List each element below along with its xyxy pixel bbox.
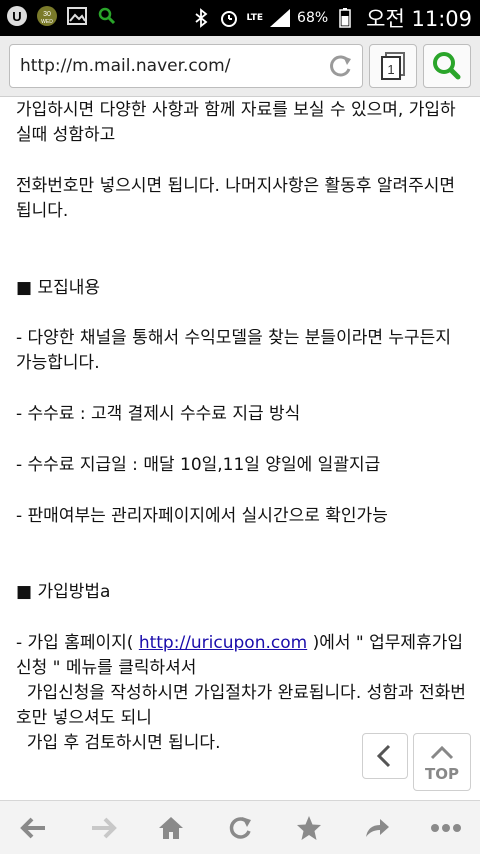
paragraph: - 다양한 채널을 통해서 수익모델을 찾는 분들이라면 누구든지 가능합니다. [16, 328, 451, 373]
svg-text:WED: WED [41, 19, 53, 25]
homepage-link[interactable]: http://uricupon.com [139, 633, 307, 653]
svg-text:U: U [12, 9, 21, 24]
paragraph: 가입신청을 작성하시면 가입절차가 완료됩니다. 성함과 전화번호만 넣으셔도 … [16, 683, 466, 728]
tab-count: 1 [387, 62, 394, 77]
chevron-left-icon [376, 744, 391, 768]
share-icon[interactable] [353, 804, 401, 852]
chevron-up-icon [430, 745, 454, 760]
browser-toolbar: http://m.mail.naver.com/ 1 [0, 36, 480, 97]
clock: 오전 11:09 [366, 7, 472, 31]
section-heading: ■ 가입방법a [16, 582, 111, 602]
reload-icon[interactable] [328, 53, 354, 79]
text: - 가입 홈페이지( [16, 633, 139, 653]
search-notification-icon [96, 5, 118, 27]
battery-icon [334, 7, 356, 29]
more-icon[interactable] [422, 804, 470, 852]
paragraph: - 수수료 : 고객 결제시 수수료 지급 방식 [16, 404, 301, 424]
url-input[interactable]: http://m.mail.naver.com/ [9, 44, 363, 88]
app-u-icon: U [6, 5, 28, 27]
status-bar: U 30 WED LTE 68% 오전 11:09 [0, 0, 480, 36]
forward-icon[interactable] [79, 804, 127, 852]
back-icon[interactable] [10, 804, 58, 852]
battery-percent: 68% [297, 10, 329, 26]
bookmark-icon[interactable] [285, 804, 333, 852]
tabs-button[interactable]: 1 [369, 44, 417, 88]
network-type: LTE [246, 12, 264, 23]
paragraph: 전화번호만 넣으시면 됩니다. 나머지사항은 활동후 알려주시면 됩니다. [16, 176, 456, 221]
home-icon[interactable] [147, 804, 195, 852]
url-text: http://m.mail.naver.com/ [20, 56, 231, 76]
svg-text:30: 30 [43, 11, 51, 18]
alarm-icon [218, 7, 240, 29]
calendar-badge-icon: 30 WED [36, 5, 58, 27]
search-icon [433, 52, 461, 80]
paragraph: 가입하시면 다양한 사항과 함께 자료를 보실 수 있으며, 가입하실때 성함하… [16, 100, 456, 145]
gallery-icon [66, 5, 88, 27]
refresh-icon[interactable] [216, 804, 264, 852]
page-back-button[interactable] [362, 733, 408, 779]
tabs-icon: 1 [381, 52, 405, 80]
browser-bottom-bar [0, 800, 480, 854]
paragraph: - 가입 홈페이지( http://uricupon.com )에서 " 업무제… [16, 631, 468, 681]
search-button[interactable] [423, 44, 471, 88]
section-heading: ■ 모집내용 [16, 278, 101, 298]
bluetooth-icon [190, 7, 212, 29]
top-label: TOP [425, 765, 459, 783]
signal-icon [269, 7, 291, 29]
page-content: 가입하시면 다양한 사항과 함께 자료를 보실 수 있으며, 가입하실때 성함하… [0, 96, 480, 800]
paragraph: - 수수료 지급일 : 매달 10일,11일 양일에 일괄지급 [16, 455, 381, 475]
paragraph: - 판매여부는 관리자페이지에서 실시간으로 확인가능 [16, 506, 388, 526]
scroll-top-button[interactable]: TOP [413, 733, 471, 791]
